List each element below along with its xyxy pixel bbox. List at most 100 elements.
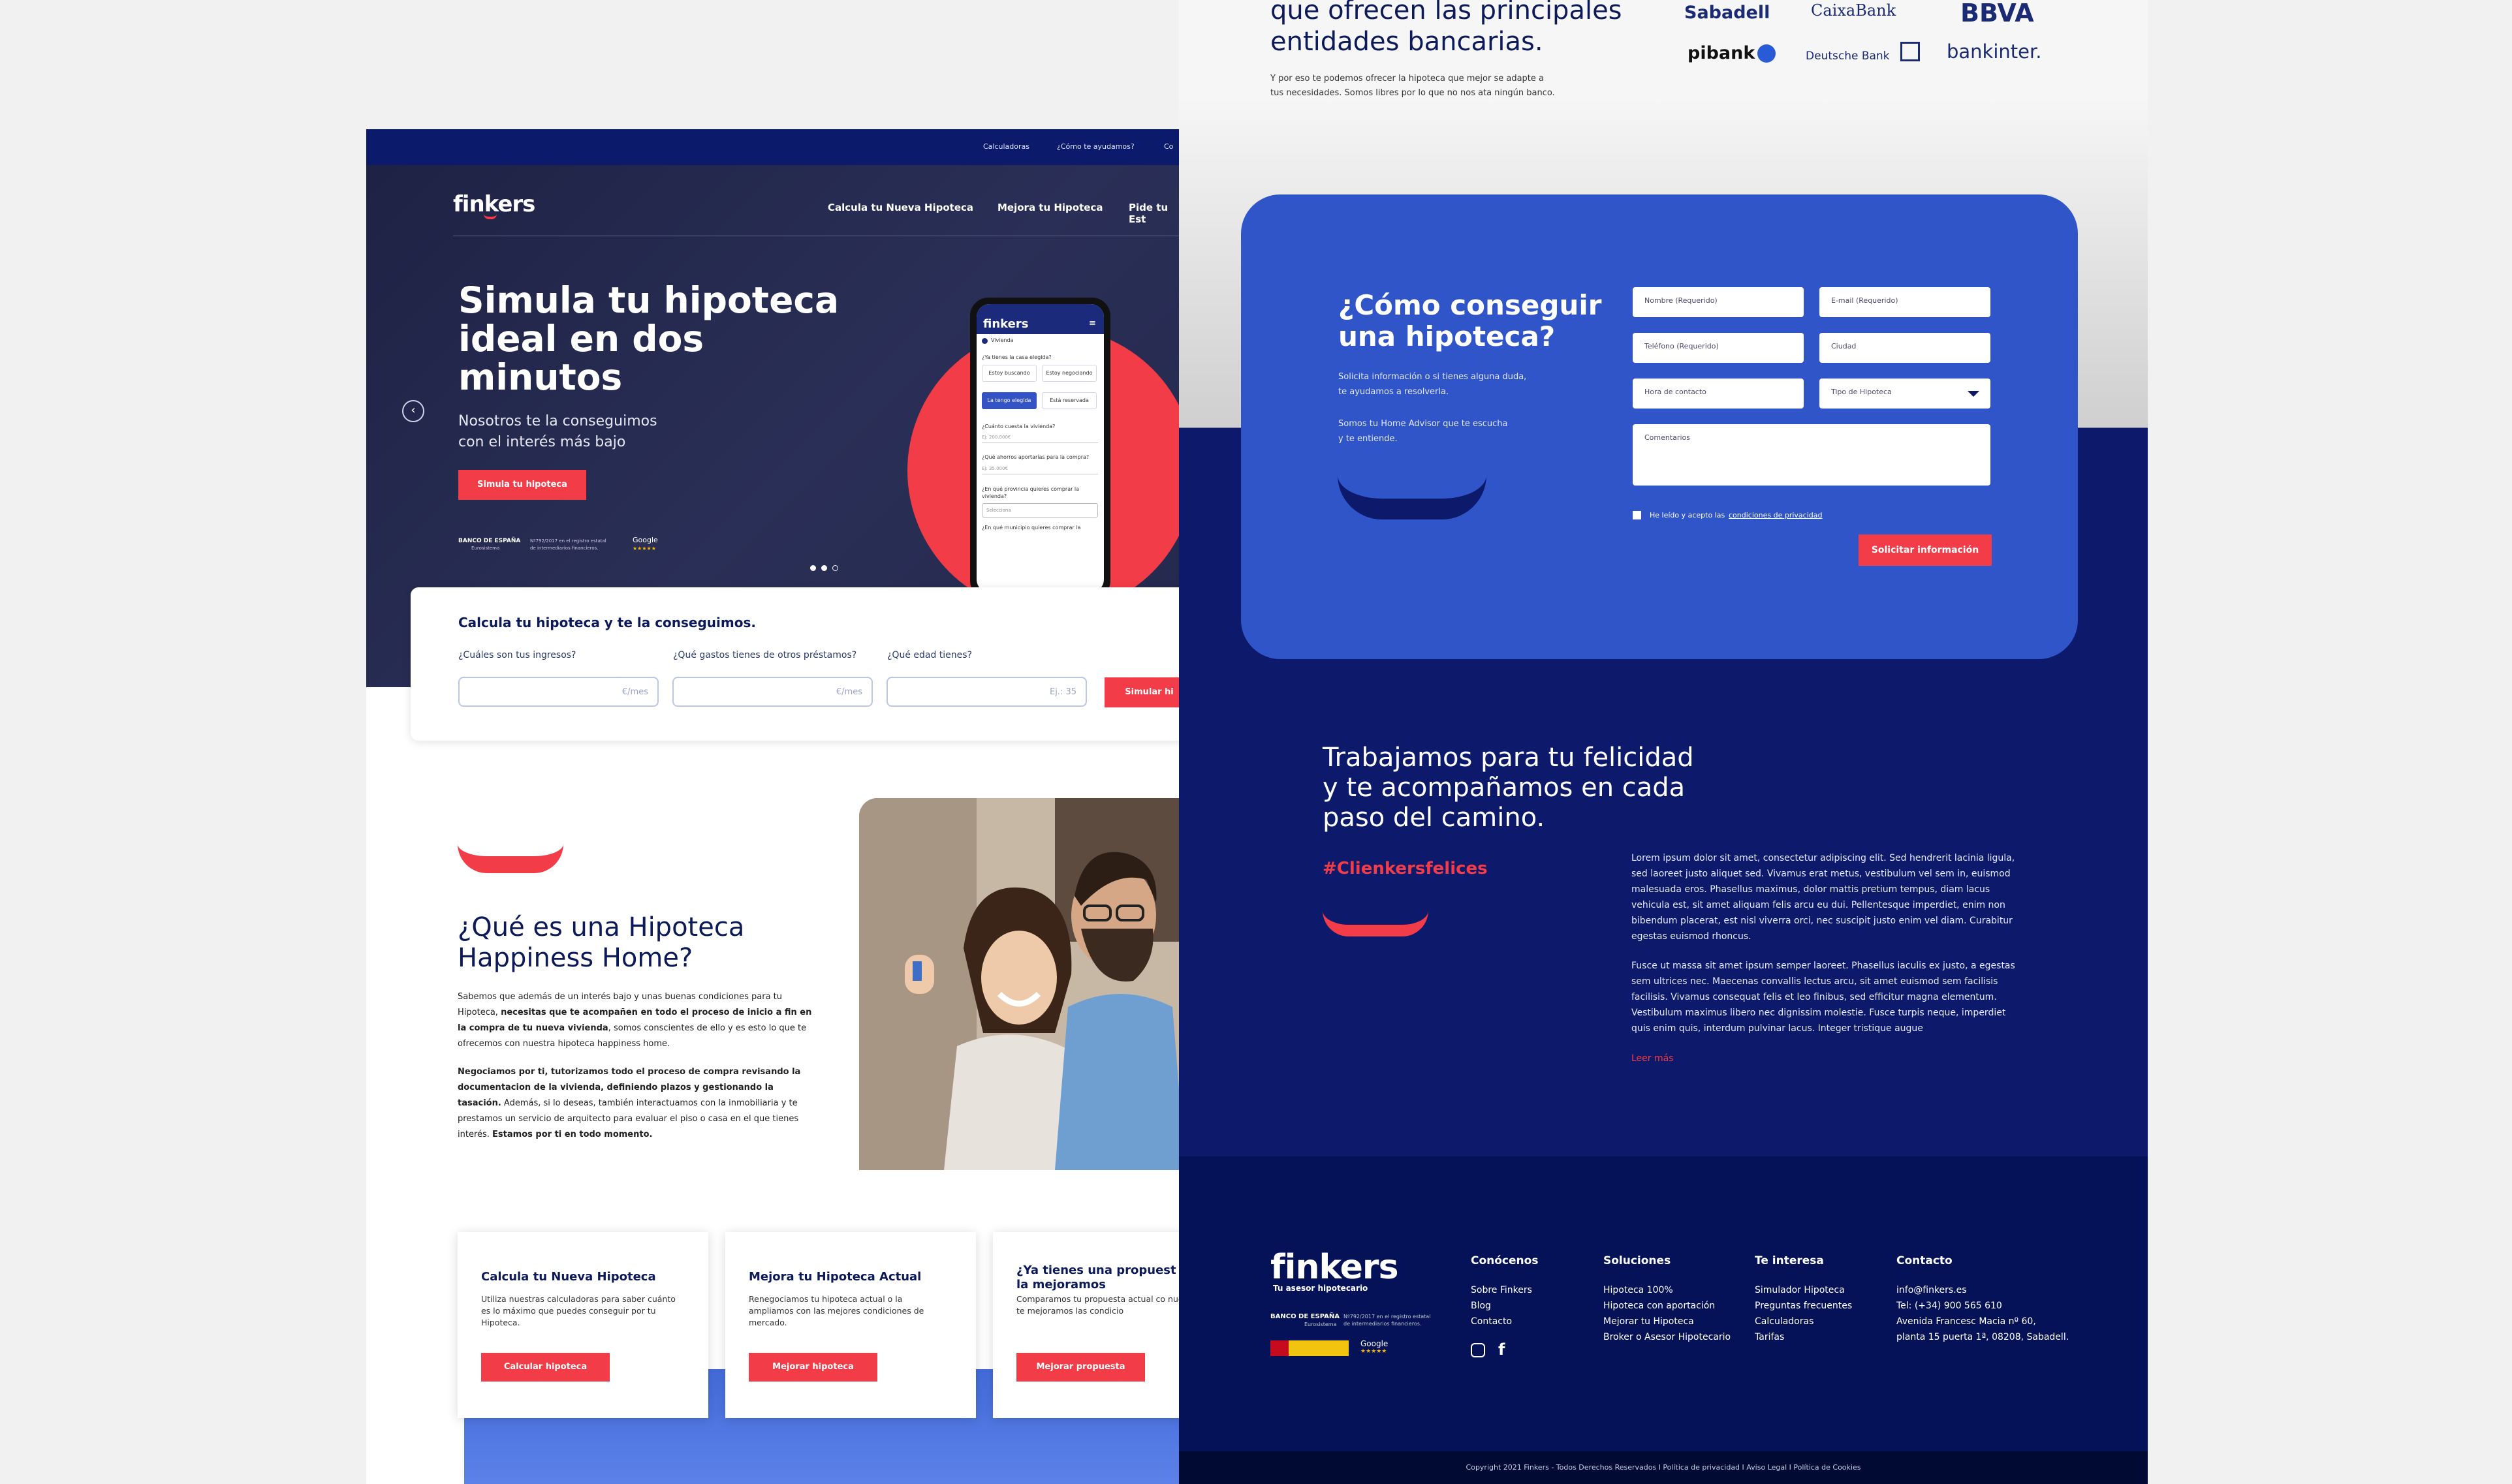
- pibank-logo: pibank: [1688, 43, 1755, 63]
- happy-paragraph-2: Fusce ut massa sit amet ipsum semper lao…: [1631, 961, 2015, 1034]
- telefono-input[interactable]: Teléfono (Requerido): [1633, 333, 1804, 363]
- footer-link[interactable]: Hipoteca 100%: [1603, 1285, 1673, 1295]
- privacy-link[interactable]: condiciones de privacidad: [1729, 511, 1822, 519]
- hashtag: #Clienkersfelices: [1323, 859, 1488, 878]
- registro-text: Nº792/2017 en el registro estatal de int…: [530, 538, 606, 552]
- ingresos-input[interactable]: €/mes: [458, 677, 659, 707]
- nombre-input[interactable]: Nombre (Requerido): [1633, 287, 1804, 317]
- pibank-dot-icon: [1757, 44, 1776, 63]
- footer-link[interactable]: Sobre Finkers: [1471, 1285, 1532, 1295]
- menu-mejora-hipoteca[interactable]: Mejora tu Hipoteca: [997, 202, 1103, 213]
- menu-pide-estudio[interactable]: Pide tu Est: [1129, 202, 1179, 225]
- menu-calcula-nueva-hipoteca[interactable]: Calcula tu Nueva Hipoteca: [828, 202, 973, 213]
- phone-mockup: finkers ≡ Vivienda ¿Ya tienes la casa el…: [970, 298, 1110, 599]
- hero-subtitle-line: Nosotros te la conseguimos: [458, 413, 657, 429]
- simula-hipoteca-button[interactable]: Simula tu hipoteca: [458, 470, 586, 500]
- privacy-checkbox[interactable]: [1633, 511, 1641, 519]
- copyright-text: Copyright 2021 Finkers - Todos Derechos …: [1466, 1463, 1861, 1472]
- happy-title: Trabajamos para tu felicidad y te acompa…: [1323, 743, 1694, 833]
- footer-registro-line: Nº792/2017 en el registro estatal: [1343, 1314, 1431, 1320]
- footer-link[interactable]: Mejorar tu Hipoteca: [1603, 1316, 1694, 1327]
- footer-col-title: Te interesa: [1755, 1254, 1824, 1267]
- happy-title-line: y te acompañamos en cada: [1323, 773, 1686, 803]
- card-text: Renegociamos tu hipoteca actual o la amp…: [749, 1294, 924, 1327]
- footer-link[interactable]: Simulador Hipoteca: [1755, 1285, 1845, 1295]
- banks-title-line: que ofrecen las principales: [1270, 0, 1622, 25]
- topnav-calculadoras[interactable]: Calculadoras: [983, 142, 1029, 151]
- email-input[interactable]: E-mail (Requerido): [1819, 287, 1990, 317]
- calcular-hipoteca-button[interactable]: Calcular hipoteca: [481, 1353, 610, 1382]
- logo[interactable]: finkers: [453, 191, 535, 217]
- footer-link[interactable]: Blog: [1471, 1301, 1491, 1311]
- smile-icon: [1338, 475, 1486, 519]
- footer-link[interactable]: Hipoteca con aportación: [1603, 1301, 1715, 1311]
- phone-input[interactable]: Ej: 35.000€: [982, 466, 1098, 474]
- leer-mas-link[interactable]: Leer más: [1631, 1053, 1674, 1064]
- deutsche-bank-logo: Deutsche Bank: [1806, 50, 1890, 63]
- instagram-icon[interactable]: [1471, 1343, 1485, 1357]
- edad-input[interactable]: Ej.: 35: [887, 677, 1087, 707]
- google-badge: Google: [633, 536, 658, 544]
- footer-logo[interactable]: finkers: [1270, 1248, 1399, 1287]
- comentarios-textarea[interactable]: Comentarios: [1633, 424, 1990, 486]
- banks-text-line: Y por eso te podemos ofrecer la hipoteca…: [1270, 74, 1544, 84]
- banks-text: Y por eso te podemos ofrecer la hipoteca…: [1270, 72, 1555, 100]
- phone-option[interactable]: Está reservada: [1042, 392, 1097, 409]
- carousel-dot[interactable]: [810, 565, 816, 571]
- happy-title-line: Trabajamos para tu felicidad: [1323, 743, 1694, 773]
- what-title-line: ¿Qué es una Hipoteca: [458, 912, 745, 942]
- card-title: ¿Ya tienes una propuest Te la mejoramos: [1016, 1263, 1179, 1291]
- registro-line: Nº792/2017 en el registro estatal: [530, 538, 606, 544]
- facebook-icon[interactable]: f: [1498, 1340, 1505, 1359]
- form-text-line: te ayudamos a resolverla.: [1338, 387, 1449, 397]
- google-stars-icon: ★★★★★: [633, 546, 656, 551]
- footer-stars-icon: ★★★★★: [1360, 1348, 1387, 1355]
- form-text-2: Somos tu Home Advisor que te escucha y t…: [1338, 416, 1508, 446]
- tipo-hipoteca-select[interactable]: Tipo de Hipoteca: [1819, 379, 1990, 409]
- phone-select[interactable]: Selecciona: [982, 503, 1098, 518]
- phone-input[interactable]: Ej: 200.000€: [982, 435, 1098, 443]
- hora-contacto-input[interactable]: Hora de contacto: [1633, 379, 1804, 409]
- logo-smile-icon: [484, 214, 497, 219]
- phone-option-selected[interactable]: La tengo elegida: [982, 392, 1037, 409]
- footer-phone[interactable]: Tel: (+34) 900 565 610: [1896, 1301, 2002, 1311]
- what-text-bold: Estamos por ti en todo momento.: [492, 1130, 653, 1139]
- calculator-title: Calcula tu hipoteca y te la conseguimos.: [458, 615, 756, 630]
- topnav-contacto[interactable]: Co: [1164, 142, 1173, 151]
- privacy-label: He leído y acepto las: [1650, 511, 1725, 519]
- card-title: Calcula tu Nueva Hipoteca: [481, 1270, 656, 1284]
- footer-email[interactable]: info@finkers.es: [1896, 1285, 1967, 1295]
- mejorar-propuesta-button[interactable]: Mejorar propuesta: [1016, 1353, 1145, 1382]
- phone-option[interactable]: Estoy negociando: [1042, 365, 1097, 382]
- footer-link[interactable]: Preguntas frecuentes: [1755, 1301, 1852, 1311]
- phone-menu-icon[interactable]: ≡: [1089, 318, 1096, 328]
- gastos-input[interactable]: €/mes: [672, 677, 873, 707]
- home-page-mockup: Calculadoras ¿Cómo te ayudamos? Co finke…: [366, 129, 1179, 1484]
- mejorar-hipoteca-button[interactable]: Mejorar hipoteca: [749, 1353, 877, 1382]
- phone-question: ¿En qué municipio quieres comprar la: [982, 525, 1081, 531]
- footer-tagline: Tu asesor hipotecario: [1273, 1284, 1368, 1293]
- footer-link[interactable]: Contacto: [1471, 1316, 1512, 1327]
- simular-button[interactable]: Simular hi: [1105, 677, 1179, 707]
- solicitar-informacion-button[interactable]: Solicitar información: [1859, 534, 1992, 566]
- phone-option[interactable]: Estoy buscando: [982, 365, 1037, 382]
- carousel-prev-icon[interactable]: ‹: [402, 400, 424, 422]
- carousel-dot[interactable]: [832, 565, 838, 571]
- card-title: Mejora tu Hipoteca Actual: [749, 1270, 922, 1284]
- ciudad-input[interactable]: Ciudad: [1819, 333, 1990, 363]
- hero-title-line: ideal en dos: [458, 318, 704, 360]
- topnav-como-ayudamos[interactable]: ¿Cómo te ayudamos?: [1057, 142, 1135, 151]
- form-text-line: Somos tu Home Advisor que te escucha: [1338, 419, 1508, 429]
- registro-line: de intermediarios financieros.: [530, 546, 599, 551]
- phone-question: ¿Ya tienes la casa elegida?: [982, 354, 1052, 360]
- bankinter-logo: bankinter.: [1947, 40, 2042, 63]
- footer-link[interactable]: Tarifas: [1755, 1332, 1784, 1342]
- footer-link[interactable]: Broker o Asesor Hipotecario: [1603, 1332, 1731, 1342]
- hero-subtitle-line: con el interés más bajo: [458, 434, 626, 450]
- chevron-down-icon[interactable]: [1968, 391, 1979, 397]
- footer-link[interactable]: Calculadoras: [1755, 1316, 1813, 1327]
- contact-page-mockup: que ofrecen las principales entidades ba…: [1179, 0, 2148, 1484]
- smile-icon: [1323, 910, 1428, 936]
- footer-banco-sub: Eurosistema: [1304, 1322, 1337, 1327]
- carousel-dot[interactable]: [821, 565, 827, 571]
